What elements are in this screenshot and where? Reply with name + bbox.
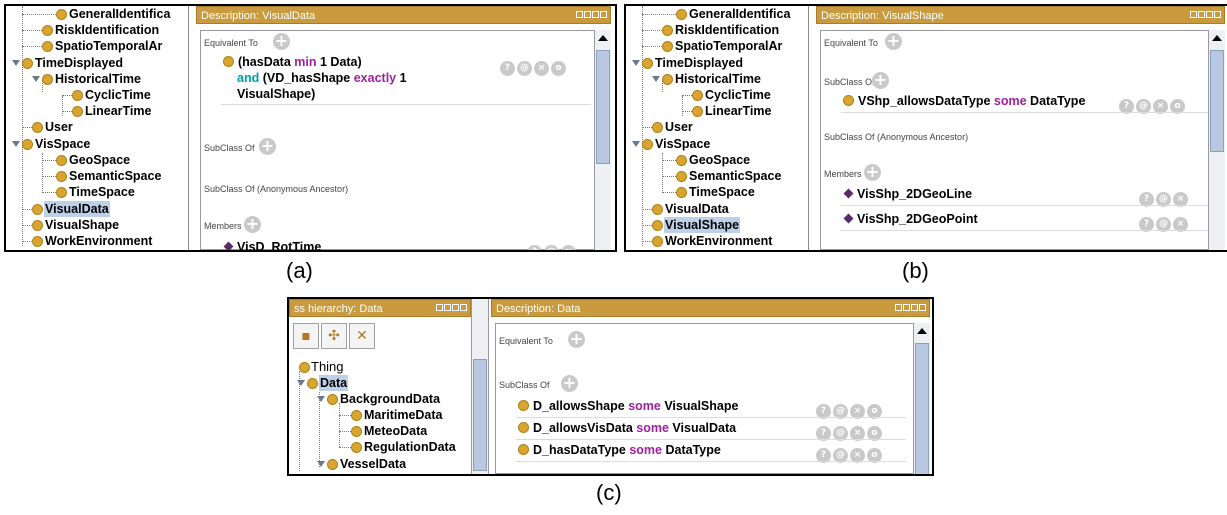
description-content: Equivalent To + (hasData min 1 Data) and… <box>200 30 594 250</box>
delete-icon[interactable]: × <box>561 245 576 250</box>
scroll-up-icon[interactable] <box>917 328 927 334</box>
expand-toggle-icon[interactable] <box>317 461 325 467</box>
subclass-row[interactable]: D_allowsVisData some VisualData <box>518 420 736 436</box>
expand-toggle-icon[interactable] <box>632 60 640 66</box>
scroll-up-icon[interactable] <box>598 35 608 41</box>
expand-toggle-icon[interactable] <box>652 76 660 82</box>
view-title: Description: VisualShape <box>821 10 944 22</box>
scroll-thumb[interactable] <box>596 50 610 164</box>
vertical-scrollbar[interactable] <box>1208 30 1225 250</box>
add-subclass-icon[interactable]: + <box>561 375 578 392</box>
add-sibling-button[interactable]: ✣ <box>321 323 347 349</box>
class-hierarchy-c: ss hierarchy: Data ▪ ✣ ✕ Thing Data Back… <box>289 299 471 474</box>
panel-b: GeneralIdentifica RiskIdentification Spa… <box>624 4 1227 252</box>
expand-toggle-icon[interactable] <box>297 380 305 386</box>
section-subclass-of: SubClass Of <box>824 77 875 87</box>
member-row[interactable]: VisShp_2DGeoPoint <box>843 211 978 227</box>
expand-toggle-icon[interactable] <box>32 76 40 82</box>
scroll-up-icon[interactable] <box>1212 35 1222 41</box>
expand-toggle-icon[interactable] <box>12 60 20 66</box>
view-controls[interactable] <box>575 11 607 20</box>
caption-c: (c) <box>596 480 622 505</box>
annotate-icon[interactable]: @ <box>544 245 559 250</box>
vertical-scrollbar[interactable] <box>913 323 930 474</box>
view-controls[interactable] <box>894 304 926 313</box>
annotate-icon[interactable]: @ <box>517 61 532 76</box>
equivalent-expression-line3: VisualShape) <box>237 87 316 101</box>
view-controls[interactable] <box>435 304 467 313</box>
hierarchy-scrollbar[interactable] <box>471 299 489 474</box>
panel-a: GeneralIdentifica RiskIdentification Spa… <box>4 4 617 252</box>
add-equivalent-icon[interactable]: + <box>273 33 290 50</box>
subclass-row[interactable]: D_allowsShape some VisualShape <box>518 398 738 414</box>
edit-icon[interactable]: o <box>551 61 566 76</box>
expand-toggle-icon[interactable] <box>12 141 20 147</box>
description-view-c: Description: Data Equivalent To + SubCla… <box>491 299 930 474</box>
section-equivalent-to: Equivalent To <box>824 38 878 48</box>
hierarchy-titlebar: ss hierarchy: Data <box>289 299 471 317</box>
individual-icon <box>843 213 854 224</box>
view-titlebar: Description: VisualData <box>196 6 611 24</box>
add-subclass-icon[interactable]: + <box>259 138 276 155</box>
row-buttons: ? @ × o <box>814 398 882 419</box>
scroll-thumb[interactable] <box>473 359 487 471</box>
add-member-icon[interactable]: + <box>244 216 261 233</box>
expand-toggle-icon[interactable] <box>317 396 325 402</box>
view-title: Description: Data <box>496 303 581 315</box>
help-icon[interactable]: ? <box>500 61 515 76</box>
section-subclass-of: SubClass Of <box>204 143 255 153</box>
add-subclass-button[interactable]: ▪ <box>293 323 319 349</box>
scroll-thumb[interactable] <box>915 343 929 474</box>
delete-class-button[interactable]: ✕ <box>349 323 375 349</box>
view-titlebar: Description: Data <box>491 299 930 317</box>
section-equivalent-to: Equivalent To <box>204 38 258 48</box>
add-equivalent-icon[interactable]: + <box>568 331 585 348</box>
delete-icon[interactable]: × <box>534 61 549 76</box>
section-equivalent-to: Equivalent To <box>499 336 553 346</box>
help-icon[interactable]: ? <box>527 245 542 250</box>
add-subclass-icon[interactable]: + <box>872 72 889 89</box>
description-content: Equivalent To + SubClass Of + D_allowsSh… <box>495 323 913 474</box>
description-view-b: Description: VisualShape Equivalent To +… <box>816 6 1225 250</box>
member-row[interactable]: VisD_RotTime <box>223 239 321 250</box>
description-view-a: Description: VisualData Equivalent To + … <box>196 6 611 250</box>
individual-icon <box>843 188 854 199</box>
class-tree-b: GeneralIdentifica RiskIdentification Spa… <box>626 6 809 250</box>
member-row[interactable]: VisShp_2DGeoLine <box>843 186 972 202</box>
row-buttons: ? @ × o <box>814 442 882 463</box>
equivalent-expression[interactable]: (hasData min 1 Data) <box>223 54 362 70</box>
individual-icon <box>223 241 234 250</box>
member-row-buttons: ?@× <box>1137 186 1188 207</box>
subclass-row[interactable]: VShp_allowsDataType some DataType <box>843 93 1085 109</box>
add-equivalent-icon[interactable]: + <box>885 33 902 50</box>
section-anonymous-ancestor: SubClass Of (Anonymous Ancestor) <box>824 132 969 142</box>
class-tree-a: GeneralIdentifica RiskIdentification Spa… <box>6 6 189 250</box>
description-content: Equivalent To + SubClass Of + VShp_allow… <box>820 30 1211 250</box>
row-buttons: ? @ × o <box>1117 93 1185 114</box>
row-buttons: ? @ × o <box>814 420 882 441</box>
view-titlebar: Description: VisualShape <box>816 6 1225 24</box>
add-member-icon[interactable]: + <box>864 164 881 181</box>
hierarchy-title: ss hierarchy: Data <box>294 303 383 315</box>
member-row-buttons: ?@× <box>525 239 576 250</box>
section-anonymous-ancestor: SubClass Of (Anonymous Ancestor) <box>204 184 349 194</box>
section-members: Members <box>824 169 862 179</box>
scroll-thumb[interactable] <box>1210 50 1224 152</box>
equivalent-expression-line2: and (VD_hasShape exactly 1 <box>237 71 407 85</box>
member-row-buttons: ?@× <box>1137 211 1188 232</box>
view-controls[interactable] <box>1189 11 1221 20</box>
vertical-scrollbar[interactable] <box>594 30 611 250</box>
section-subclass-of: SubClass Of <box>499 380 550 390</box>
subclass-row[interactable]: D_hasDataType some DataType <box>518 442 721 458</box>
section-members: Members <box>204 221 242 231</box>
caption-a: (a) <box>286 258 313 283</box>
panel-c: ss hierarchy: Data ▪ ✣ ✕ Thing Data Back… <box>287 297 934 476</box>
row-buttons: ? @ × o <box>498 55 566 76</box>
view-title: Description: VisualData <box>201 10 316 22</box>
caption-b: (b) <box>902 258 929 283</box>
expand-toggle-icon[interactable] <box>632 141 640 147</box>
